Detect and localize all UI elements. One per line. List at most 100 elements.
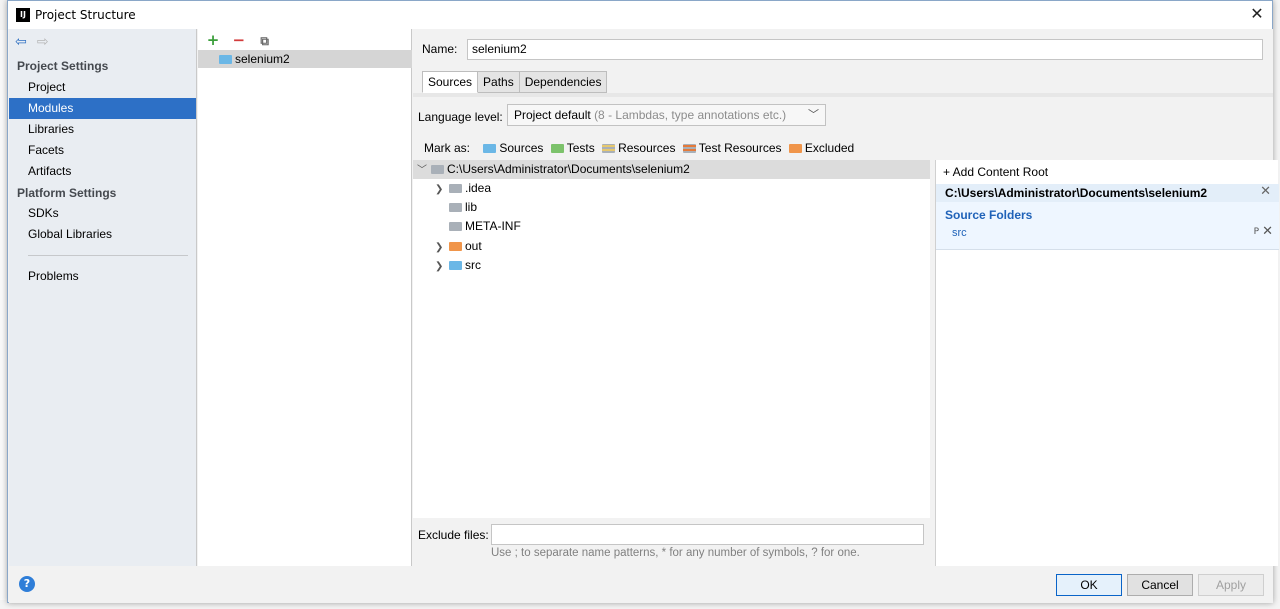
- nav-item-libraries[interactable]: Libraries: [9, 119, 196, 140]
- expand-arrow-icon[interactable]: ❯: [435, 180, 449, 199]
- ok-button[interactable]: OK: [1056, 574, 1122, 596]
- module-folder-icon: [219, 55, 232, 64]
- module-list-panel: + − ⧉ selenium2: [198, 29, 412, 566]
- nav-item-problems[interactable]: Problems: [9, 266, 196, 287]
- content-root-path: C:\Users\Administrator\Documents\seleniu…: [945, 186, 1208, 200]
- name-label-text: Name:: [422, 42, 458, 56]
- forward-arrow-icon[interactable]: ⇨: [37, 34, 55, 50]
- language-level-select[interactable]: Project default (8 - Lambdas, type annot…: [507, 104, 826, 126]
- tree-row-label: META-INF: [465, 219, 521, 233]
- content-root-header: C:\Users\Administrator\Documents\seleniu…: [936, 184, 1279, 202]
- module-settings: Name: selenium2 Sources Paths Dependenci…: [413, 29, 1279, 566]
- expand-arrow-icon[interactable]: ❯: [435, 257, 449, 276]
- expand-arrow-icon[interactable]: ❯: [435, 238, 449, 257]
- cancel-button[interactable]: Cancel: [1127, 574, 1193, 596]
- remove-icon[interactable]: −: [228, 31, 250, 49]
- exclude-files-hint: Use ; to separate name patterns, * for a…: [491, 547, 860, 559]
- back-arrow-icon[interactable]: ⇦: [15, 34, 33, 50]
- nav-arrows: ⇦ ⇨: [15, 34, 55, 50]
- mark-as-bar: Mark as: Sources Tests Resources Test Re…: [424, 141, 858, 155]
- chevron-down-icon: ﹀: [808, 109, 819, 121]
- folder-icon: [449, 203, 462, 212]
- tree-root-label: C:\Users\Administrator\Documents\seleniu…: [447, 162, 690, 176]
- title-bar: IJ Project Structure ✕: [8, 1, 1272, 29]
- tree-row-idea[interactable]: ❯ .idea: [435, 179, 491, 198]
- sources-folder-icon: [449, 261, 462, 270]
- module-tabs: Sources Paths Dependencies: [422, 71, 608, 93]
- close-icon[interactable]: ✕: [1248, 5, 1266, 23]
- tree-row-label: out: [465, 239, 482, 253]
- add-content-root-button[interactable]: + Add Content Root: [943, 165, 1048, 179]
- tree-row-lib[interactable]: lib: [449, 198, 477, 217]
- mark-excluded-label: Excluded: [804, 141, 855, 155]
- add-icon[interactable]: +: [202, 31, 224, 49]
- tree-row-label: src: [465, 258, 481, 272]
- module-item-selenium2[interactable]: selenium2: [198, 50, 412, 68]
- intellij-app-icon: IJ: [16, 8, 30, 22]
- mark-tests-label: Tests: [566, 141, 595, 155]
- nav-divider: [28, 255, 188, 256]
- name-input[interactable]: selenium2: [467, 39, 1263, 60]
- tests-folder-icon: [550, 144, 564, 153]
- project-structure-dialog: IJ Project Structure ✕ ⇦ ⇨ Project Setti…: [7, 0, 1279, 603]
- collapse-arrow-icon[interactable]: ﹀: [417, 161, 431, 180]
- test-resources-folder-icon: [682, 144, 696, 153]
- mark-resources-button[interactable]: Resources: [602, 141, 675, 155]
- copy-icon[interactable]: ⧉: [254, 34, 276, 49]
- nav-item-modules[interactable]: Modules: [9, 98, 196, 119]
- tab-sources[interactable]: Sources: [422, 71, 479, 93]
- tree-row-out[interactable]: ❯ out: [435, 237, 482, 256]
- mark-test-resources-button[interactable]: Test Resources: [682, 141, 782, 155]
- sources-folder-icon: [483, 144, 497, 153]
- source-folder-item: src: [952, 227, 967, 239]
- excluded-folder-icon: [788, 144, 802, 153]
- help-icon[interactable]: ?: [19, 576, 35, 592]
- edit-properties-icon[interactable]: P: [1254, 227, 1259, 237]
- tree-root-row[interactable]: ﹀ C:\Users\Administrator\Documents\seleni…: [413, 160, 930, 179]
- dialog-footer: ? OK Cancel Apply: [9, 566, 1273, 603]
- name-label: Name:: [422, 42, 457, 56]
- mark-test-resources-label: Test Resources: [698, 141, 782, 155]
- language-level-label: Language level:: [418, 110, 503, 124]
- mark-as-label: Mark as:: [424, 141, 471, 155]
- language-level-hint: (8 - Lambdas, type annotations etc.): [594, 108, 787, 122]
- excluded-folder-icon: [449, 242, 462, 251]
- mark-sources-button[interactable]: Sources: [483, 141, 543, 155]
- remove-root-icon[interactable]: ✕: [1260, 184, 1271, 199]
- tree-row-label: .idea: [465, 181, 492, 195]
- section-project-settings: Project Settings: [17, 59, 109, 73]
- tab-dependencies[interactable]: Dependencies: [519, 71, 608, 93]
- resources-folder-icon: [602, 144, 616, 153]
- tree-row-meta-inf[interactable]: META-INF: [449, 217, 521, 236]
- source-folders-block: Source Folders src P ✕: [936, 202, 1279, 250]
- module-toolbar: + − ⧉: [202, 31, 276, 49]
- settings-navigation: ⇦ ⇨ Project Settings Project Modules Lib…: [9, 29, 197, 566]
- nav-item-sdks[interactable]: SDKs: [9, 203, 196, 224]
- remove-source-folder-icon[interactable]: ✕: [1262, 224, 1273, 239]
- content-root-tree: ﹀ C:\Users\Administrator\Documents\seleni…: [413, 160, 930, 518]
- apply-button[interactable]: Apply: [1198, 574, 1264, 596]
- exclude-files-input[interactable]: [491, 524, 924, 545]
- tab-divider: [413, 93, 1273, 97]
- nav-item-artifacts[interactable]: Artifacts: [9, 161, 196, 182]
- tree-row-src[interactable]: ❯ src: [435, 256, 481, 275]
- exclude-files-label: Exclude files:: [418, 528, 489, 542]
- language-level-value: Project default: [514, 108, 591, 122]
- nav-item-facets[interactable]: Facets: [9, 140, 196, 161]
- nav-item-global-libraries[interactable]: Global Libraries: [9, 224, 196, 245]
- dialog-title: Project Structure: [35, 8, 136, 22]
- folder-icon: [449, 222, 462, 231]
- tab-paths[interactable]: Paths: [478, 71, 520, 93]
- section-platform-settings: Platform Settings: [17, 186, 117, 200]
- source-folders-title: Source Folders: [945, 208, 1033, 222]
- module-label: selenium2: [235, 52, 290, 66]
- nav-item-project[interactable]: Project: [9, 77, 196, 98]
- mark-excluded-button[interactable]: Excluded: [788, 141, 855, 155]
- mark-resources-label: Resources: [618, 141, 676, 155]
- content-roots-panel: + Add Content Root C:\Users\Administrato…: [935, 160, 1279, 566]
- root-folder-icon: [431, 165, 444, 174]
- mark-sources-label: Sources: [499, 141, 544, 155]
- folder-icon: [449, 184, 462, 193]
- tree-row-label: lib: [465, 200, 478, 214]
- mark-tests-button[interactable]: Tests: [550, 141, 595, 155]
